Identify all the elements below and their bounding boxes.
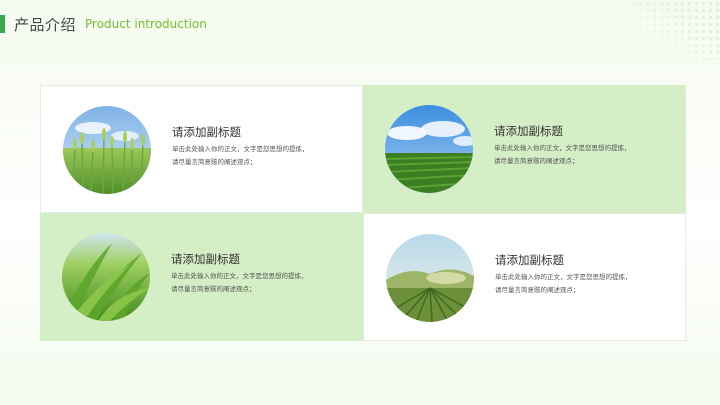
card-title: 请添加副标题 (172, 125, 241, 139)
card-body: 单击此处输入你的正文，文字是您思想的提炼， 请尽量言简意赅的阐述观点； (494, 142, 669, 168)
card-body-line: 单击此处输入你的正文，文字是您思想的提炼， (172, 145, 309, 153)
card-title: 请添加副标题 (495, 253, 564, 267)
product-card: 请添加副标题 单击此处输入你的正文，文字是您思想的提炼， 请尽量言简意赅的阐述观… (363, 213, 686, 341)
card-body: 单击此处输入你的正文，文字是您思想的提炼， 请尽量言简意赅的阐述观点； (495, 271, 670, 297)
card-body: 单击此处输入你的正文，文字是您思想的提炼， 请尽量言简意赅的阐述观点； (171, 270, 346, 296)
card-body: 单击此处输入你的正文，文字是您思想的提炼， 请尽量言简意赅的阐述观点； (172, 143, 347, 169)
card-body-line: 单击此处输入你的正文，文字是您思想的提炼， (494, 144, 631, 152)
wheat-closeup-image (62, 233, 150, 321)
product-card: 请添加副标题 单击此处输入你的正文，文字是您思想的提炼， 请尽量言简意赅的阐述观… (363, 85, 686, 213)
card-body-line: 请尽量言简意赅的阐述观点； (171, 285, 256, 293)
page-subtitle-english: Product introduction (85, 17, 207, 31)
crop-rows-photo (385, 105, 473, 193)
card-body-line: 单击此处输入你的正文，文字是您思想的提炼， (171, 272, 308, 280)
card-title: 请添加副标题 (171, 252, 240, 266)
wheat-field-photo (63, 106, 151, 194)
farmland-image (386, 234, 474, 322)
crop-rows-image (385, 105, 473, 193)
product-card: 请添加副标题 单击此处输入你的正文，文字是您思想的提炼， 请尽量言简意赅的阐述观… (40, 213, 363, 341)
card-body-line: 请尽量言简意赅的阐述观点； (494, 157, 579, 165)
title-accent-bar (0, 15, 5, 33)
product-card: 请添加副标题 单击此处输入你的正文，文字是您思想的提炼， 请尽量言简意赅的阐述观… (40, 85, 363, 213)
dot-pattern-decoration (630, 0, 720, 60)
card-title: 请添加副标题 (494, 124, 563, 138)
card-body-line: 单击此处输入你的正文，文字是您思想的提炼， (495, 273, 632, 281)
card-body-line: 请尽量言简意赅的阐述观点； (172, 158, 257, 166)
farmland-photo (386, 234, 474, 322)
wheat-closeup-photo (62, 233, 150, 321)
card-body-line: 请尽量言简意赅的阐述观点； (495, 286, 580, 294)
page-title: 产品介绍 (14, 16, 77, 34)
product-grid: 请添加副标题 单击此处输入你的正文，文字是您思想的提炼， 请尽量言简意赅的阐述观… (40, 85, 686, 341)
wheat-field-image (63, 106, 151, 194)
